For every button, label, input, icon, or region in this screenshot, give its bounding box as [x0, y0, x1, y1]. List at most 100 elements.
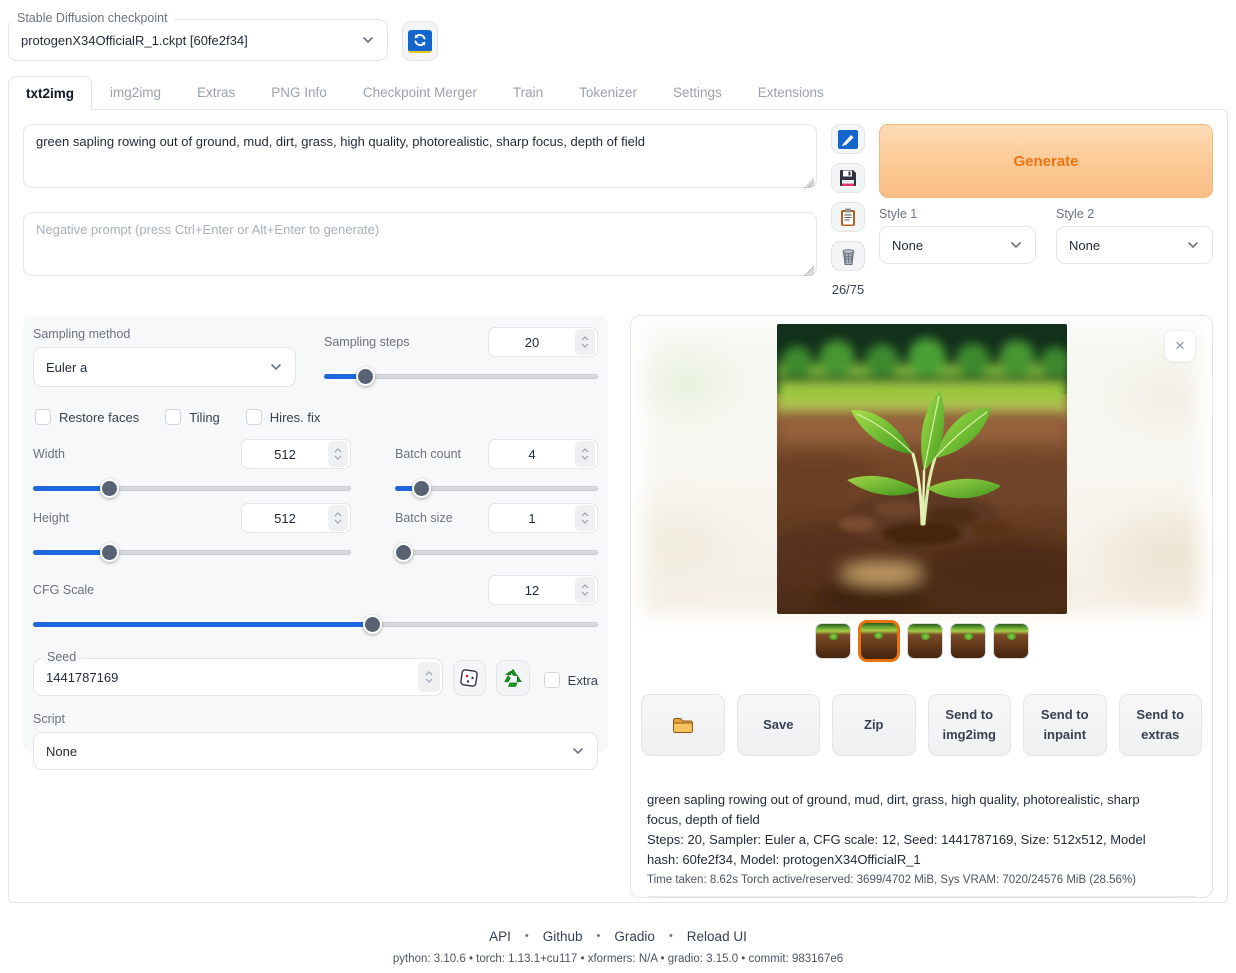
height-label: Height — [33, 511, 69, 525]
prompt-input[interactable]: green sapling rowing out of ground, mud,… — [23, 124, 817, 188]
stepper-icon[interactable] — [328, 441, 348, 467]
chevron-down-icon — [269, 360, 283, 374]
width-label: Width — [33, 447, 65, 461]
cfg-scale-input[interactable]: 12 — [488, 575, 598, 605]
random-seed-button[interactable] — [453, 660, 486, 696]
chevron-down-icon — [571, 744, 585, 758]
footer-link-reload-ui[interactable]: Reload UI — [687, 929, 747, 944]
stepper-icon[interactable] — [575, 441, 595, 467]
style2-select[interactable]: None — [1056, 226, 1213, 264]
save-button[interactable]: Save — [737, 694, 821, 756]
seed-input[interactable]: Seed 1441787169 — [33, 658, 443, 696]
height-input[interactable]: 512 — [241, 503, 351, 533]
send-to-extras-button[interactable]: Send to extras — [1119, 694, 1203, 756]
version-info: python: 3.10.6 • torch: 1.13.1+cu117 • x… — [8, 953, 1228, 965]
sampling-steps-input[interactable]: 20 — [488, 327, 598, 357]
info-params-text: Steps: 20, Sampler: Euler a, CFG scale: … — [647, 830, 1152, 870]
tab-checkpoint-merger[interactable]: Checkpoint Merger — [345, 75, 495, 109]
token-counter: 26/75 — [832, 282, 865, 297]
footer: API • Github • Gradio • Reload UI python… — [8, 903, 1228, 973]
open-folder-button[interactable] — [641, 694, 725, 756]
refresh-icon — [408, 30, 432, 53]
batch-size-label: Batch size — [395, 511, 453, 525]
negative-prompt-input[interactable] — [23, 212, 817, 276]
tab-settings[interactable]: Settings — [655, 75, 740, 109]
image-gallery: × — [639, 324, 1204, 674]
bullet-separator: • — [525, 930, 529, 942]
extra-seed-checkbox[interactable]: Extra — [544, 672, 598, 688]
seed-label: Seed — [42, 650, 81, 664]
sampling-method-select[interactable]: Euler a — [33, 347, 296, 387]
footer-link-github[interactable]: Github — [543, 929, 583, 944]
tab-txt2img[interactable]: txt2img — [8, 76, 92, 110]
script-label: Script — [33, 712, 598, 726]
checkpoint-select[interactable]: Stable Diffusion checkpoint protogenX34O… — [8, 19, 388, 61]
stepper-icon[interactable] — [328, 505, 348, 531]
thumbnail-2-selected[interactable] — [858, 620, 900, 662]
style1-label: Style 1 — [879, 207, 1036, 221]
save-style-button[interactable] — [831, 163, 865, 193]
clear-prompt-button[interactable] — [831, 241, 865, 271]
main-tabs: txt2img img2img Extras PNG Info Checkpoi… — [8, 75, 1228, 109]
stepper-icon[interactable] — [575, 577, 595, 603]
stepper-icon[interactable] — [575, 505, 595, 531]
checkpoint-value: protogenX34OfficialR_1.ckpt [60fe2f34] — [21, 33, 248, 48]
batch-count-input[interactable]: 4 — [488, 439, 598, 469]
tab-extensions[interactable]: Extensions — [740, 75, 842, 109]
interrogate-brush-button[interactable] — [831, 124, 865, 154]
send-to-img2img-button[interactable]: Send to img2img — [928, 694, 1012, 756]
batch-size-input[interactable]: 1 — [488, 503, 598, 533]
chevron-down-icon — [1009, 238, 1023, 252]
script-select[interactable]: None — [33, 732, 598, 770]
thumbnail-5[interactable] — [993, 623, 1029, 659]
dice-icon — [459, 668, 480, 689]
style2-label: Style 2 — [1056, 207, 1213, 221]
tiling-checkbox[interactable]: Tiling — [165, 409, 220, 425]
restore-faces-checkbox[interactable]: Restore faces — [35, 409, 139, 425]
width-input[interactable]: 512 — [241, 439, 351, 469]
apply-style-button[interactable] — [831, 202, 865, 232]
generated-image[interactable] — [777, 324, 1067, 614]
footer-link-api[interactable]: API — [489, 929, 511, 944]
thumbnail-4[interactable] — [950, 623, 986, 659]
thumbnail-1[interactable] — [815, 623, 851, 659]
floppy-disk-icon — [838, 168, 858, 188]
info-time-text: Time taken: 8.62s Torch active/reserved:… — [647, 874, 1196, 886]
send-to-inpaint-button[interactable]: Send to inpaint — [1023, 694, 1107, 756]
width-slider[interactable] — [33, 479, 351, 497]
txt2img-panel: green sapling rowing out of ground, mud,… — [8, 109, 1228, 903]
footer-link-gradio[interactable]: Gradio — [614, 929, 655, 944]
chevron-down-icon — [361, 33, 375, 47]
chevron-down-icon — [1186, 238, 1200, 252]
batch-count-slider[interactable] — [395, 479, 598, 497]
reuse-seed-button[interactable] — [496, 660, 529, 696]
batch-size-slider[interactable] — [395, 543, 598, 561]
sampling-steps-label: Sampling steps — [324, 335, 409, 349]
bullet-separator: • — [669, 930, 673, 942]
height-slider[interactable] — [33, 543, 351, 561]
hires-fix-checkbox[interactable]: Hires. fix — [246, 409, 321, 425]
stepper-icon[interactable] — [418, 662, 440, 692]
batch-count-label: Batch count — [395, 447, 461, 461]
generate-button[interactable]: Generate — [879, 124, 1213, 198]
generation-settings-panel: Sampling method Euler a Sampling steps 2… — [23, 315, 608, 753]
tab-img2img[interactable]: img2img — [92, 75, 179, 109]
generation-info: green sapling rowing out of ground, mud,… — [647, 790, 1196, 897]
thumbnail-3[interactable] — [907, 623, 943, 659]
tab-tokenizer[interactable]: Tokenizer — [561, 75, 655, 109]
checkpoint-label: Stable Diffusion checkpoint — [11, 11, 174, 25]
checkpoint-bar: Stable Diffusion checkpoint protogenX34O… — [8, 10, 1228, 61]
tab-train[interactable]: Train — [495, 75, 561, 109]
cfg-scale-slider[interactable] — [33, 615, 598, 633]
stepper-icon[interactable] — [575, 329, 595, 355]
style1-select[interactable]: None — [879, 226, 1036, 264]
sampling-steps-slider[interactable] — [324, 367, 598, 385]
zip-button[interactable]: Zip — [832, 694, 916, 756]
thumbnail-strip — [639, 623, 1204, 662]
close-gallery-button[interactable]: × — [1164, 330, 1196, 362]
close-icon: × — [1175, 336, 1185, 356]
refresh-checkpoint-button[interactable] — [402, 21, 438, 61]
tab-png-info[interactable]: PNG Info — [253, 75, 345, 109]
tab-extras[interactable]: Extras — [179, 75, 253, 109]
paintbrush-icon — [837, 129, 859, 150]
